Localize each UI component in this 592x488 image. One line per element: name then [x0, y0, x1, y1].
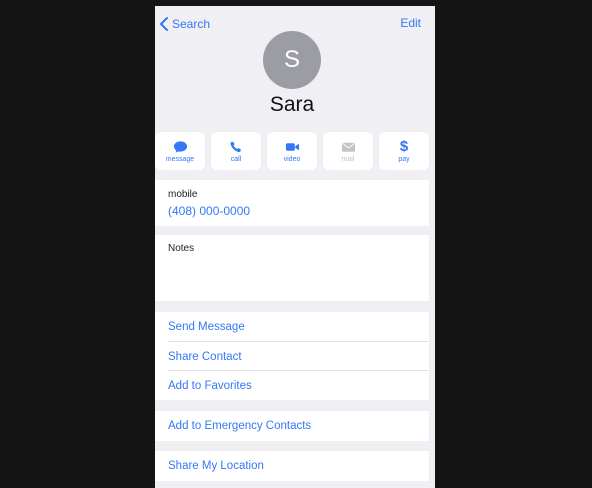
edit-button[interactable]: Edit: [400, 16, 421, 30]
back-button[interactable]: Search: [159, 15, 210, 33]
quick-actions: message call video mail $ pay: [155, 132, 429, 170]
call-action-label: call: [230, 155, 242, 163]
phone-type-label: mobile: [168, 189, 198, 200]
notes-label: Notes: [168, 243, 195, 254]
contact-screen: Search Edit S Sara message call video ma…: [155, 6, 435, 488]
avatar: S: [263, 31, 321, 89]
chevron-left-icon: [160, 17, 168, 31]
dollar-icon: $: [399, 137, 409, 155]
envelope-icon: [341, 140, 356, 154]
message-bubble-icon: [173, 140, 188, 154]
contact-name: Sara: [269, 93, 315, 116]
share-contact-row[interactable]: Share Contact: [168, 341, 429, 371]
pay-action-button[interactable]: $ pay: [379, 132, 429, 170]
phone-number[interactable]: (408) 000-0000: [168, 204, 250, 218]
message-action-label: message: [165, 155, 195, 163]
video-action-label: video: [283, 155, 301, 163]
send-message-row[interactable]: Send Message: [168, 312, 429, 341]
call-action-button[interactable]: call: [211, 132, 261, 170]
add-to-emergency-contacts-label: Add to Emergency Contacts: [168, 420, 312, 432]
notes-card[interactable]: Notes: [155, 235, 429, 301]
mail-action-label: mail: [341, 155, 355, 163]
back-label: Search: [172, 17, 211, 31]
mail-action-button[interactable]: mail: [323, 132, 373, 170]
video-camera-icon: [285, 140, 300, 154]
contact-actions-list: Send Message Share Contact Add to Favori…: [155, 312, 429, 400]
phone-icon: [229, 140, 244, 154]
phone-number-card[interactable]: mobile (408) 000-0000: [155, 180, 429, 226]
add-to-emergency-contacts-row[interactable]: Add to Emergency Contacts: [155, 411, 429, 441]
share-my-location-row[interactable]: Share My Location: [155, 451, 429, 481]
pay-action-label: pay: [398, 155, 410, 163]
video-action-button[interactable]: video: [267, 132, 317, 170]
share-my-location-label: Share My Location: [168, 460, 264, 472]
add-to-favorites-row[interactable]: Add to Favorites: [168, 370, 429, 400]
message-action-button[interactable]: message: [155, 132, 205, 170]
